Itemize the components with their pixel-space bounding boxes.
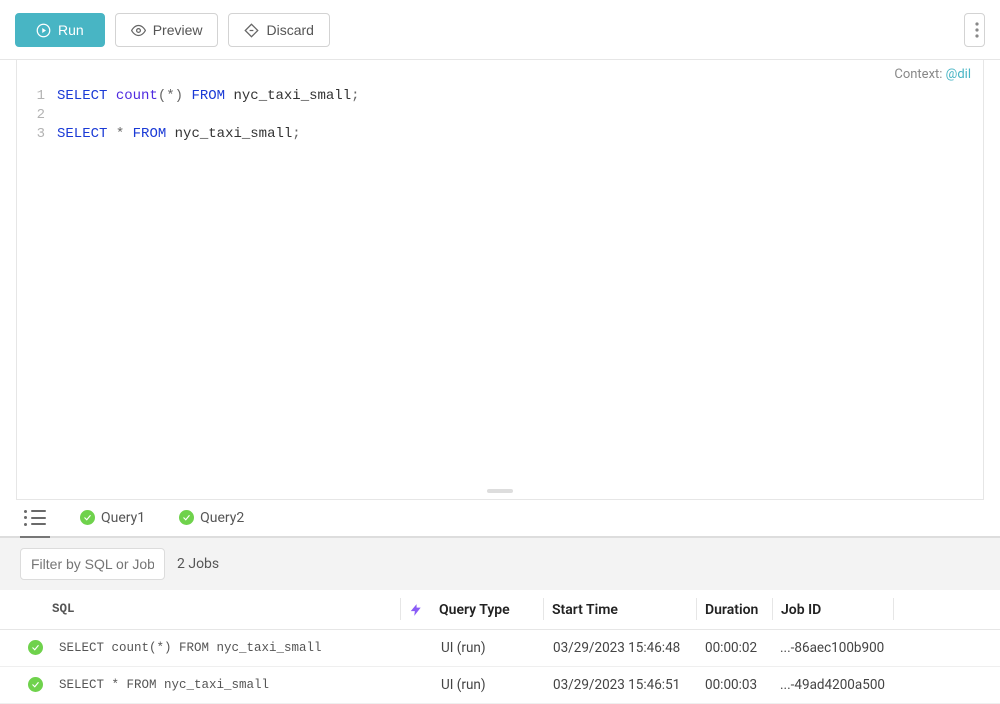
col-start-time[interactable]: Start Time — [544, 590, 696, 629]
status-success-icon — [28, 677, 43, 692]
cell-start-time: 03/29/2023 15:46:51 — [545, 667, 697, 703]
cell-sql: SELECT count(*) FROM nyc_taxi_small — [51, 631, 407, 665]
col-query-type[interactable]: Query Type — [431, 590, 543, 629]
check-icon — [80, 510, 95, 525]
play-icon — [36, 23, 51, 38]
cell-duration: 00:00:03 — [697, 667, 772, 703]
tab-jobs-list[interactable] — [20, 500, 50, 538]
cell-job-id: ...-86aec100b900 — [772, 630, 892, 666]
code-editor[interactable]: 1SELECT count(*) FROM nyc_taxi_small;23S… — [17, 84, 983, 144]
line-number: 2 — [17, 106, 57, 125]
filter-bar: 2 Jobs — [0, 538, 1000, 590]
editor-panel: Context: @dil 1SELECT count(*) FROM nyc_… — [16, 59, 984, 500]
bolt-icon — [409, 602, 423, 618]
check-icon — [179, 510, 194, 525]
tab-q2[interactable]: Query2 — [175, 500, 248, 538]
cell-sql: SELECT * FROM nyc_taxi_small — [51, 668, 407, 702]
more-button[interactable] — [964, 13, 985, 47]
discard-label: Discard — [266, 22, 313, 38]
tabs: Query1 Query2 — [0, 500, 1000, 538]
col-sql[interactable]: SQL — [44, 590, 400, 629]
cell-query-type: UI (run) — [433, 630, 545, 666]
context-bar: Context: @dil — [17, 60, 983, 84]
discard-icon — [244, 23, 259, 38]
col-duration[interactable]: Duration — [697, 590, 772, 629]
cell-job-id: ...-49ad4200a500 — [772, 667, 893, 703]
tab-q1[interactable]: Query1 — [76, 500, 149, 538]
jobs-table: SQL Query Type Start Time Duration Job I… — [0, 590, 1000, 704]
context-label: Context: — [894, 67, 942, 82]
resize-handle[interactable] — [487, 489, 513, 493]
preview-button[interactable]: Preview — [115, 13, 219, 47]
tab-label: Query1 — [101, 510, 145, 526]
results-panel: Query1 Query2 2 Jobs SQL Query Type Start… — [0, 500, 1000, 704]
cell-query-type: UI (run) — [433, 667, 545, 703]
line-number: 3 — [17, 125, 57, 144]
run-label: Run — [58, 22, 84, 38]
dots-icon — [975, 22, 979, 38]
table-row[interactable]: SELECT count(*) FROM nyc_taxi_small UI (r… — [0, 630, 1000, 667]
jobs-count: 2 Jobs — [177, 556, 219, 572]
code-line[interactable]: SELECT * FROM nyc_taxi_small; — [57, 125, 301, 144]
cell-duration: 00:00:02 — [697, 630, 772, 666]
table-row[interactable]: SELECT * FROM nyc_taxi_small UI (run)03/2… — [0, 667, 1000, 704]
line-number: 1 — [17, 87, 57, 106]
list-icon — [24, 510, 46, 526]
toolbar: Run Preview Discard — [0, 0, 1000, 60]
code-line[interactable]: SELECT count(*) FROM nyc_taxi_small; — [57, 87, 360, 106]
discard-button[interactable]: Discard — [228, 13, 329, 47]
tab-label: Query2 — [200, 510, 244, 526]
run-button[interactable]: Run — [15, 13, 105, 47]
cell-start-time: 03/29/2023 15:46:48 — [545, 630, 697, 666]
eye-icon — [131, 23, 146, 38]
context-link[interactable]: @dil — [946, 67, 971, 82]
table-header: SQL Query Type Start Time Duration Job I… — [0, 590, 1000, 630]
col-job-id[interactable]: Job ID — [773, 590, 893, 629]
filter-input[interactable] — [20, 548, 165, 580]
status-success-icon — [28, 640, 43, 655]
preview-label: Preview — [153, 22, 203, 38]
